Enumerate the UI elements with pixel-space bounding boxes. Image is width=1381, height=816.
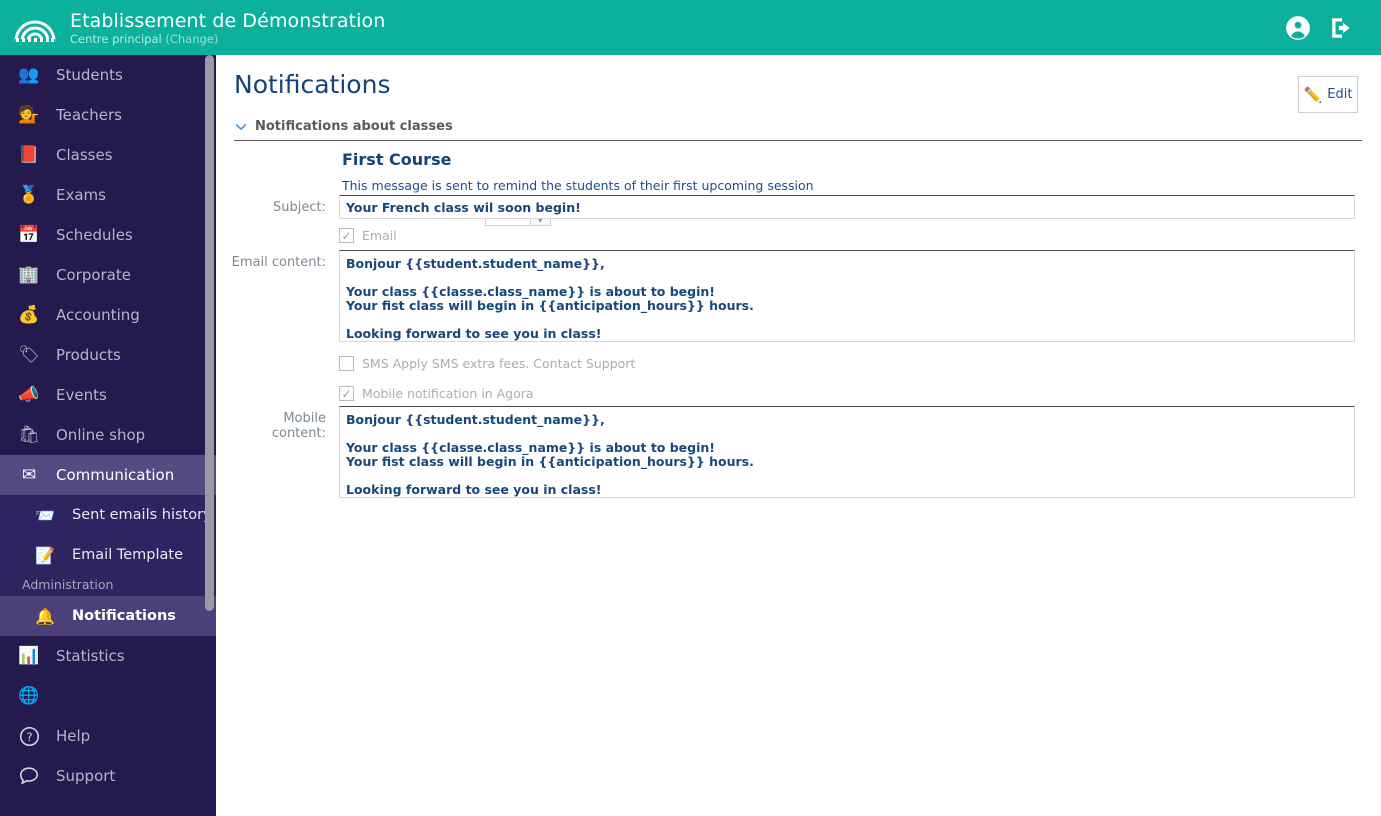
sidebar-item-label: Communication	[56, 466, 175, 484]
page-title: Notifications	[234, 70, 391, 99]
sidebar-item-label: Sent emails history	[72, 507, 212, 523]
sidebar-item-label: Notifications	[72, 608, 176, 624]
accounting-coins-icon: 💰	[18, 304, 40, 325]
rainbow-arc-logo-icon	[14, 20, 56, 42]
sms-checkbox[interactable]	[339, 356, 354, 371]
email-checkbox[interactable]: ✓	[339, 228, 354, 243]
mobile-notification-checkbox-label: Mobile notification in Agora	[362, 386, 534, 401]
change-center-link[interactable]: (Change)	[165, 32, 218, 46]
statistics-chart-icon: 📊	[18, 645, 40, 666]
top-header-bar: Etablissement de Démonstration Centre pr…	[0, 0, 1381, 55]
corporate-building-icon: 🏢	[18, 264, 40, 285]
sidebar-item-corporate[interactable]: 🏢 Corporate	[0, 255, 216, 295]
sidebar-item-label: Schedules	[56, 226, 133, 244]
course-title: First Course	[342, 150, 452, 169]
sidebar-item-schedules[interactable]: 📅 Schedules	[0, 215, 216, 255]
sidebar-item-support[interactable]: Support	[0, 756, 216, 796]
sidebar-item-label: Support	[56, 767, 116, 785]
email-checkbox-row[interactable]: ✓ Email	[339, 228, 397, 243]
sidebar-item-communication[interactable]: ✉ Communication	[0, 455, 216, 495]
sms-checkbox-label: SMS Apply SMS extra fees. Contact Suppor…	[362, 356, 636, 371]
sidebar: 👥 Students 💁 Teachers 📕 Classes 🏅 Exams …	[0, 55, 216, 816]
sidebar-item-online-shop[interactable]: 🛍 Online shop	[0, 415, 216, 455]
sidebar-item-label: Exams	[56, 186, 106, 204]
pencil-icon: ✏️	[1303, 85, 1323, 104]
sidebar-item-label: Classes	[56, 146, 113, 164]
students-icon: 👥	[18, 64, 40, 85]
sidebar-item-students[interactable]: 👥 Students	[0, 55, 216, 95]
classes-book-icon: 📕	[18, 144, 40, 165]
mobile-notification-checkbox[interactable]: ✓	[339, 386, 354, 401]
subject-label: Subject:	[273, 200, 326, 215]
help-question-icon: ?	[12, 726, 46, 747]
sidebar-item-email-template[interactable]: 📝 Email Template	[0, 535, 216, 575]
sidebar-item-products[interactable]: 🏷 Products	[0, 335, 216, 375]
center-subtitle: Centre principal (Change)	[70, 32, 385, 46]
email-content-textarea[interactable]	[339, 250, 1355, 342]
svg-text:?: ?	[26, 729, 32, 743]
email-content-label: Email content:	[231, 255, 326, 270]
exams-medal-icon: 🏅	[18, 184, 40, 205]
edit-button-label: Edit	[1327, 87, 1353, 102]
sidebar-item-notifications[interactable]: 🔔 Notifications	[0, 596, 216, 636]
communication-submenu: 📨 Sent emails history 📝 Email Template A…	[0, 495, 216, 636]
sidebar-item-events[interactable]: 📣 Events	[0, 375, 216, 415]
mobile-content-label: Mobile content:	[271, 411, 326, 441]
section-header-notifications-about-classes[interactable]: Notifications about classes	[234, 119, 1362, 141]
bell-icon: 🔔	[35, 606, 55, 626]
sidebar-scrollbar[interactable]	[205, 55, 214, 611]
sidebar-item-label: Email Template	[72, 547, 184, 563]
establishment-title: Etablissement de Démonstration	[70, 9, 386, 32]
sidebar-bottom-section: ? Help Support	[0, 716, 216, 816]
sidebar-item-label: Corporate	[56, 266, 131, 284]
sidebar-scroll-region: 👥 Students 💁 Teachers 📕 Classes 🏅 Exams …	[0, 55, 216, 710]
sidebar-item-label: Students	[56, 66, 123, 84]
sms-checkbox-row[interactable]: SMS Apply SMS extra fees. Contact Suppor…	[339, 356, 635, 371]
brand-block: Etablissement de Démonstration Centre pr…	[70, 10, 385, 46]
sidebar-item-help[interactable]: ? Help	[0, 716, 216, 756]
main-content: Notifications ✏️ Edit Notifications abou…	[216, 55, 1381, 816]
section-header-label: Notifications about classes	[255, 119, 453, 134]
sidebar-item-statistics[interactable]: 📊 Statistics	[0, 636, 216, 676]
app-logo[interactable]	[0, 0, 70, 55]
calendar-icon: 📅	[18, 224, 40, 245]
teachers-icon: 💁	[18, 104, 40, 125]
sent-email-icon: 📨	[35, 505, 55, 525]
mobile-content-textarea[interactable]	[339, 406, 1355, 498]
sidebar-item-label: Online shop	[56, 426, 146, 444]
sidebar-item-accounting[interactable]: 💰 Accounting	[0, 295, 216, 335]
sidebar-item-label: Accounting	[56, 306, 140, 324]
events-megaphone-icon: 📣	[18, 384, 40, 405]
support-chat-icon	[12, 765, 46, 787]
envelope-icon: ✉	[21, 464, 37, 485]
online-shop-icon: 🛍	[18, 424, 40, 445]
sidebar-item-clipped[interactable]: 🌐	[0, 676, 216, 710]
sidebar-item-label: Events	[56, 386, 107, 404]
course-description: This message is sent to remind the stude…	[342, 178, 814, 193]
sidebar-item-label: Statistics	[56, 647, 125, 665]
sidebar-item-exams[interactable]: 🏅 Exams	[0, 175, 216, 215]
header-actions	[1285, 15, 1381, 41]
sidebar-item-classes[interactable]: 📕 Classes	[0, 135, 216, 175]
sidebar-item-label: Help	[56, 727, 91, 745]
edit-button[interactable]: ✏️ Edit	[1298, 76, 1358, 113]
chevron-down-icon	[235, 123, 247, 130]
clipped-item-icon: 🌐	[18, 685, 40, 706]
submenu-group-administration: Administration	[22, 577, 114, 592]
products-tag-icon: 🏷	[18, 344, 40, 365]
sidebar-item-teachers[interactable]: 💁 Teachers	[0, 95, 216, 135]
center-name: Centre principal	[70, 31, 162, 46]
email-checkbox-label: Email	[362, 228, 397, 243]
user-circle-icon[interactable]	[1285, 15, 1311, 41]
sidebar-item-sent-emails-history[interactable]: 📨 Sent emails history	[0, 495, 216, 535]
sidebar-item-label: Products	[56, 346, 121, 364]
mobile-notification-checkbox-row[interactable]: ✓ Mobile notification in Agora	[339, 386, 534, 401]
logout-icon[interactable]	[1329, 15, 1355, 41]
email-template-icon: 📝	[35, 545, 55, 565]
subject-input[interactable]	[339, 195, 1355, 219]
sidebar-item-label: Teachers	[56, 106, 122, 124]
